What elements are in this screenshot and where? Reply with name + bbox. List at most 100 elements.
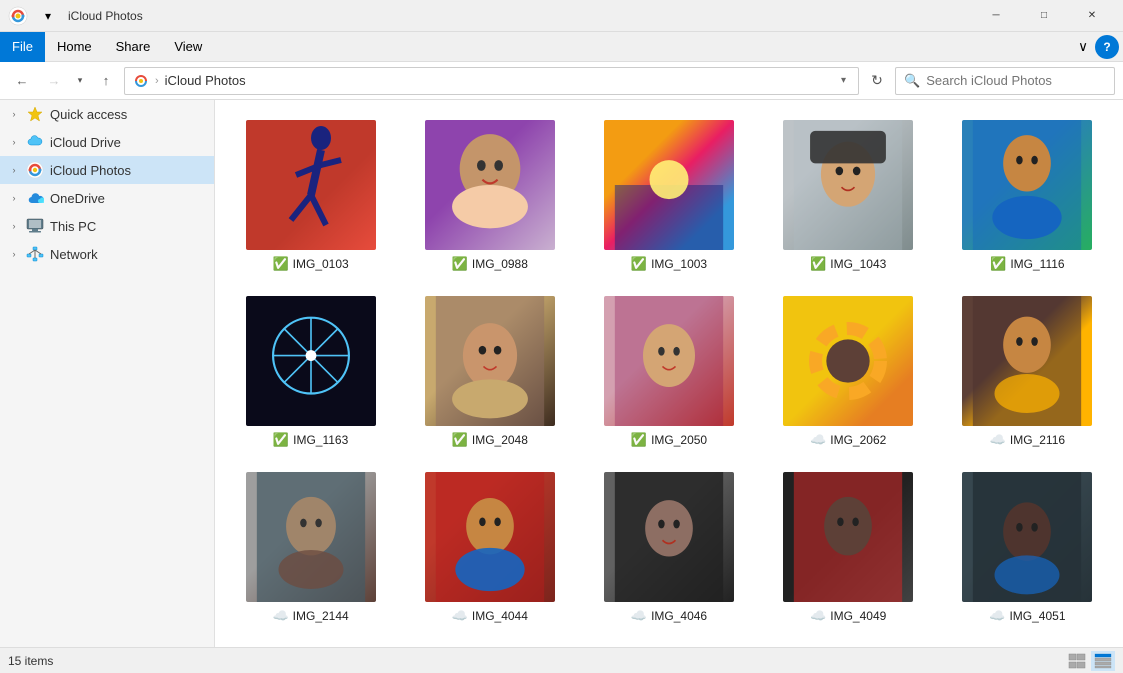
ribbon-collapse-btn[interactable]: ∨	[1073, 37, 1093, 57]
photo-item-IMG_2144[interactable]: ☁️IMG_2144	[227, 468, 394, 628]
maximize-button[interactable]: □	[1021, 0, 1067, 32]
quick-access-arrow-btn[interactable]: ▾	[32, 0, 64, 32]
photo-thumb-IMG_0103	[246, 120, 376, 250]
menu-view[interactable]: View	[162, 32, 214, 62]
photo-thumb-IMG_1003	[604, 120, 734, 250]
grid-view-button[interactable]	[1091, 651, 1115, 671]
addressbar: ← → ▾ ↑ › iCloud Photos ▾ ↻ 🔍	[0, 62, 1123, 100]
photo-item-IMG_4049[interactable]: ☁️ IMG_4049	[765, 468, 932, 628]
photo-item-IMG_2116[interactable]: ☁️IMG_2116	[944, 292, 1111, 452]
up-button[interactable]: ↑	[92, 67, 120, 95]
list-view-button[interactable]	[1065, 651, 1089, 671]
sync-icon-IMG_1163: ✅	[273, 432, 289, 448]
address-current: iCloud Photos	[165, 73, 246, 88]
help-button[interactable]: ?	[1095, 35, 1119, 59]
sync-icon-IMG_4049: ☁️	[810, 608, 826, 624]
photo-item-IMG_1003[interactable]: ✅IMG_1003	[585, 116, 752, 276]
sidebar-label-quick-access: Quick access	[50, 107, 127, 122]
photo-label-IMG_1043: ✅IMG_1043	[810, 256, 886, 272]
sidebar-item-icloud-drive[interactable]: › iCloud Drive	[0, 128, 214, 156]
expand-icon-icloud-photos: ›	[8, 165, 20, 175]
forward-button[interactable]: →	[40, 67, 68, 95]
photo-item-IMG_2062[interactable]: ☁️IMG_2062	[765, 292, 932, 452]
refresh-button[interactable]: ↻	[863, 67, 891, 95]
photo-label-IMG_2144: ☁️IMG_2144	[272, 608, 348, 624]
sidebar-item-onedrive[interactable]: › OneDrive	[0, 184, 214, 212]
menu-home[interactable]: Home	[45, 32, 104, 62]
photo-item-IMG_4051[interactable]: ☁️IMG_4051	[944, 468, 1111, 628]
menu-file[interactable]: File	[0, 32, 45, 62]
photo-name-IMG_4044: IMG_4044	[472, 609, 528, 623]
minimize-button[interactable]: ─	[973, 0, 1019, 32]
sidebar-item-this-pc[interactable]: › This PC	[0, 212, 214, 240]
close-button[interactable]: ✕	[1069, 0, 1115, 32]
photo-label-IMG_0103: ✅ IMG_0103	[272, 256, 348, 272]
photo-name-IMG_0103: IMG_0103	[293, 257, 349, 271]
app-icon	[8, 6, 28, 26]
content-area: ✅IMG_0103✅IMG_0988✅IMG_1003✅IMG_1043✅IMG…	[215, 100, 1123, 647]
computer-icon	[26, 217, 44, 235]
back-button[interactable]: ←	[8, 67, 36, 95]
photo-item-IMG_1116[interactable]: ✅IMG_1116	[944, 116, 1111, 276]
sidebar-item-icloud-photos[interactable]: › iCloud Photos	[0, 156, 214, 184]
photo-name-IMG_2050: IMG_2050	[651, 433, 707, 447]
sidebar: › Quick access › iCloud Drive ›	[0, 100, 215, 647]
sync-icon-IMG_4051: ☁️	[989, 608, 1005, 624]
expand-icon-this-pc: ›	[8, 221, 20, 231]
photo-thumb-IMG_4049	[783, 472, 913, 602]
sidebar-item-network[interactable]: › Network	[0, 240, 214, 268]
photo-label-IMG_1003: ✅IMG_1003	[631, 256, 707, 272]
search-box[interactable]: 🔍	[895, 67, 1115, 95]
photo-item-IMG_0988[interactable]: ✅ IMG_0988	[406, 116, 573, 276]
item-count: 15 items	[8, 654, 53, 668]
window-controls: ─ □ ✕	[973, 0, 1115, 32]
photo-item-IMG_0103[interactable]: ✅ IMG_0103	[227, 116, 394, 276]
sync-icon-IMG_2144: ☁️	[272, 608, 288, 624]
photo-thumb-IMG_2048	[425, 296, 555, 426]
photo-label-IMG_4044: ☁️ IMG_4044	[452, 608, 528, 624]
photo-thumb-IMG_4051	[962, 472, 1092, 602]
photo-item-IMG_4044[interactable]: ☁️ IMG_4044	[406, 468, 573, 628]
menubar: File Home Share View ∨ ?	[0, 32, 1123, 62]
photo-thumb-IMG_4046	[604, 472, 734, 602]
main-layout: › Quick access › iCloud Drive ›	[0, 100, 1123, 647]
address-icloud-icon	[133, 73, 149, 89]
photo-name-IMG_1043: IMG_1043	[830, 257, 886, 271]
sync-icon-IMG_1003: ✅	[631, 256, 647, 272]
forward-dropdown-button[interactable]: ▾	[72, 67, 88, 95]
photo-thumb-IMG_2050	[604, 296, 734, 426]
address-dropdown-btn[interactable]: ▾	[837, 75, 850, 86]
sync-icon-IMG_0103: ✅	[272, 256, 288, 272]
photo-item-IMG_2050[interactable]: ✅ IMG_2050	[585, 292, 752, 452]
photo-thumb-IMG_1116	[962, 120, 1092, 250]
address-bar-box[interactable]: › iCloud Photos ▾	[124, 67, 859, 95]
sidebar-item-quick-access[interactable]: › Quick access	[0, 100, 214, 128]
view-buttons	[1065, 651, 1115, 671]
onedrive-icon	[26, 189, 44, 207]
photo-thumb-IMG_4044	[425, 472, 555, 602]
photo-name-IMG_0988: IMG_0988	[472, 257, 528, 271]
menu-share[interactable]: Share	[104, 32, 163, 62]
photo-label-IMG_4051: ☁️IMG_4051	[989, 608, 1065, 624]
photo-name-IMG_2062: IMG_2062	[830, 433, 886, 447]
star-icon	[26, 105, 44, 123]
sync-icon-IMG_1116: ✅	[990, 256, 1006, 272]
photo-item-IMG_2048[interactable]: ✅IMG_2048	[406, 292, 573, 452]
sync-icon-IMG_0988: ✅	[452, 256, 468, 272]
titlebar: ▾ iCloud Photos ─ □ ✕	[0, 0, 1123, 32]
sync-icon-IMG_4044: ☁️	[452, 608, 468, 624]
menubar-right: ∨ ?	[1073, 35, 1123, 59]
photo-label-IMG_2062: ☁️IMG_2062	[810, 432, 886, 448]
sync-icon-IMG_2050: ✅	[631, 432, 647, 448]
photo-name-IMG_2048: IMG_2048	[472, 433, 528, 447]
search-input[interactable]	[926, 73, 1106, 88]
photo-name-IMG_4049: IMG_4049	[830, 609, 886, 623]
photo-thumb-IMG_1043	[783, 120, 913, 250]
photo-thumb-IMG_2116	[962, 296, 1092, 426]
photo-label-IMG_2050: ✅ IMG_2050	[631, 432, 707, 448]
photo-item-IMG_1163[interactable]: ✅IMG_1163	[227, 292, 394, 452]
photo-item-IMG_4046[interactable]: ☁️IMG_4046	[585, 468, 752, 628]
photo-label-IMG_2116: ☁️IMG_2116	[990, 432, 1065, 448]
photo-thumb-IMG_2144	[246, 472, 376, 602]
photo-item-IMG_1043[interactable]: ✅IMG_1043	[765, 116, 932, 276]
